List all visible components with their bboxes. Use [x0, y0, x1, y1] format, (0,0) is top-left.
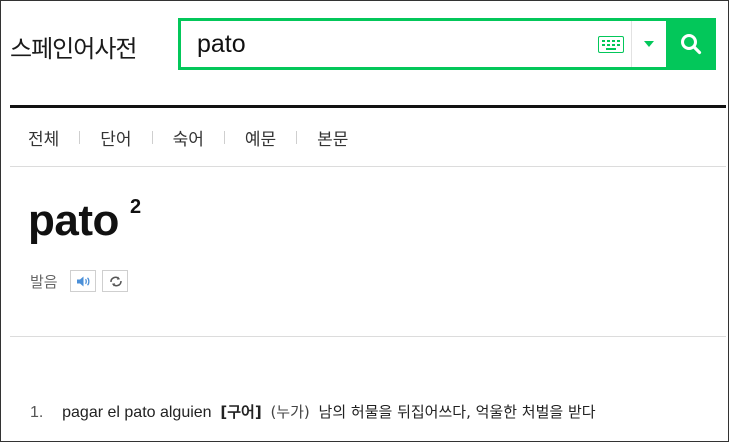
- caret-down-icon: [644, 41, 654, 47]
- search-icon: [681, 34, 702, 55]
- site-title[interactable]: 스페인어사전: [10, 29, 137, 64]
- entry-divider: [10, 336, 726, 337]
- header-divider: [10, 105, 726, 108]
- keyboard-icon[interactable]: [598, 36, 624, 53]
- tab-words[interactable]: 단어: [100, 125, 131, 150]
- definition-item: 1. pagar el pato alguien [구어] (누가) 남의 허물…: [30, 401, 596, 422]
- definition-phrase[interactable]: pagar el pato alguien: [62, 404, 211, 421]
- search-input[interactable]: [197, 27, 577, 61]
- tab-separator: [296, 130, 298, 144]
- definition-number: 1.: [30, 404, 44, 421]
- input-options-dropdown-button[interactable]: [631, 21, 666, 67]
- entry-headword: pato: [28, 196, 119, 245]
- search-box: [178, 18, 666, 70]
- repeat-icon: [110, 276, 122, 287]
- definition-meaning: 남의 허물을 뒤집어쓰다, 억울한 처벌을 받다: [318, 403, 596, 421]
- pronunciation-label: 발음: [30, 273, 58, 291]
- entry-homonym-number: 2: [130, 196, 142, 218]
- play-pronunciation-button[interactable]: [70, 270, 96, 292]
- tab-idioms[interactable]: 숙어: [173, 125, 204, 150]
- tabs-divider: [10, 166, 726, 167]
- speaker-icon: [77, 276, 90, 287]
- usage-tag: [구어]: [220, 403, 262, 421]
- search-scope-tabs: 전체 단어 숙어 예문 본문: [28, 124, 348, 150]
- header: 스페인어사전: [10, 18, 716, 70]
- search-button[interactable]: [666, 18, 716, 70]
- tab-examples[interactable]: 예문: [245, 125, 276, 150]
- definition-subject: (누가): [270, 403, 310, 421]
- repeat-pronunciation-button[interactable]: [102, 270, 128, 292]
- tab-all[interactable]: 전체: [28, 125, 59, 150]
- tab-body[interactable]: 본문: [317, 125, 348, 150]
- tab-separator: [151, 130, 153, 144]
- tab-separator: [223, 130, 225, 144]
- tab-separator: [79, 130, 81, 144]
